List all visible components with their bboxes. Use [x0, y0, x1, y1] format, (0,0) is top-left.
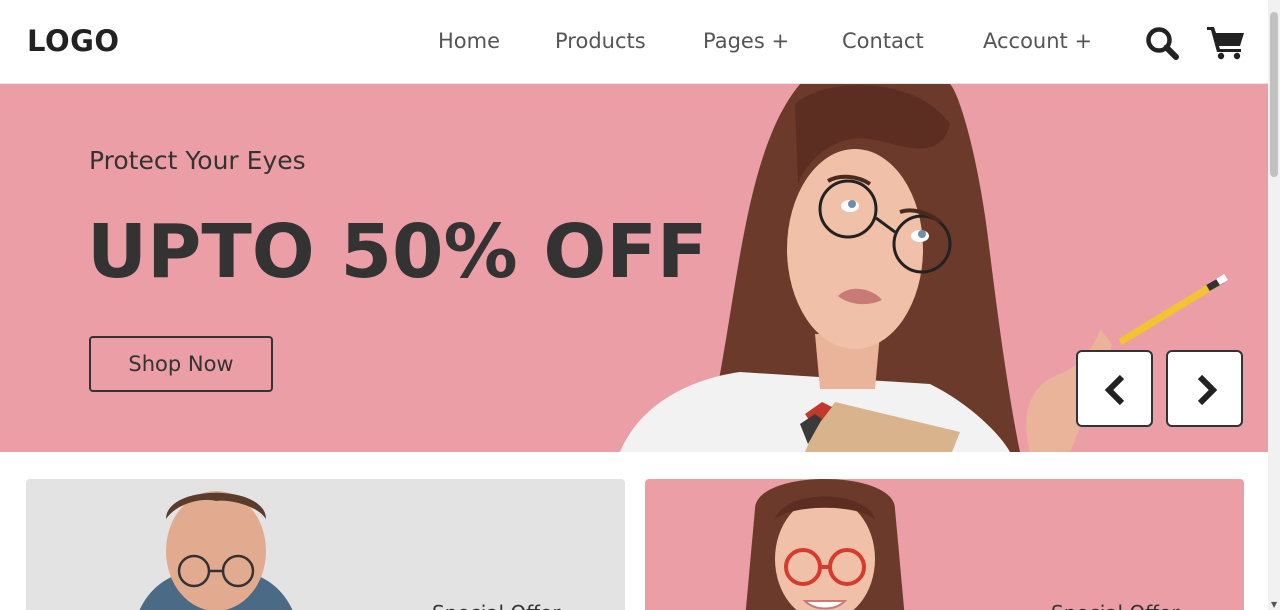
chevron-left-icon: [1104, 374, 1125, 406]
card-offer-label: Special Offer: [432, 601, 560, 610]
shop-now-button[interactable]: Shop Now: [89, 336, 273, 392]
cart-icon[interactable]: [1206, 24, 1246, 60]
scrollbar-thumb[interactable]: [1270, 12, 1278, 177]
carousel-next-button[interactable]: [1166, 350, 1243, 427]
nav-account[interactable]: Account +: [983, 29, 1092, 53]
promo-card-women[interactable]: Special Offer: [645, 479, 1244, 610]
carousel-prev-button[interactable]: [1076, 350, 1153, 427]
page-scrollbar[interactable]: ▼: [1268, 0, 1280, 610]
scroll-down-arrow-icon[interactable]: ▼: [1271, 600, 1277, 609]
nav-home[interactable]: Home: [438, 29, 500, 53]
chevron-right-icon: [1197, 374, 1218, 406]
nav-contact[interactable]: Contact: [842, 29, 924, 53]
hero-banner: Protect Your Eyes UPTO 50% OFF Shop Now: [0, 84, 1268, 452]
hero-subtitle: Protect Your Eyes: [89, 146, 306, 175]
search-icon[interactable]: [1144, 25, 1180, 61]
card-offer-label: Special Offer: [1051, 601, 1179, 610]
site-header: LOGO Home Products Pages + Contact Accou…: [0, 0, 1268, 84]
nav-pages[interactable]: Pages +: [703, 29, 789, 53]
male-model-image: [139, 491, 293, 610]
nav-products[interactable]: Products: [555, 29, 646, 53]
promo-card-men[interactable]: Special Offer: [26, 479, 625, 610]
logo[interactable]: LOGO: [27, 24, 120, 58]
hero-model-image: [620, 84, 1228, 452]
female-model-image: [745, 479, 905, 610]
